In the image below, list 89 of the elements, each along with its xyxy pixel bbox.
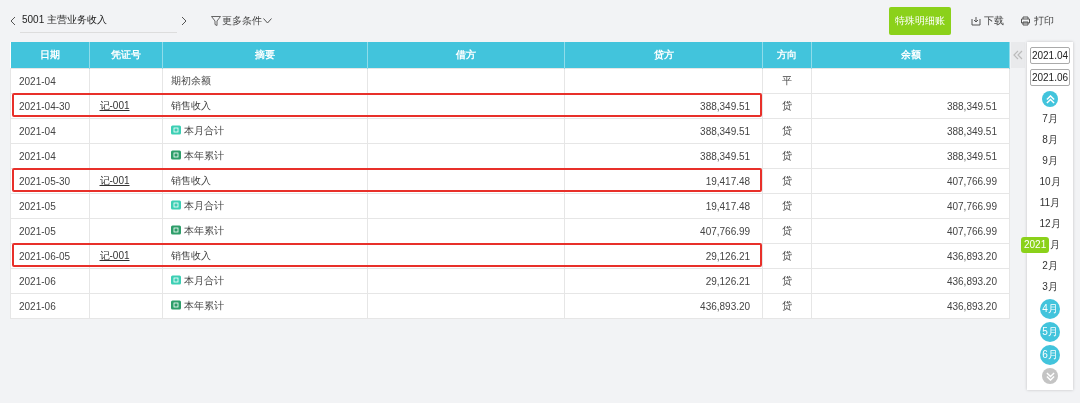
amount-text: 436,893.20 — [700, 300, 751, 312]
date-text: 2021-05-30 — [19, 175, 71, 187]
year-badge: 2021 — [1021, 237, 1050, 253]
month-item[interactable]: 9月 — [1039, 152, 1061, 170]
amount-text: 388,349.51 — [700, 150, 751, 162]
date-text: 2021-04 — [19, 125, 56, 137]
column-header: 凭证号 — [89, 42, 162, 69]
amount-text: 388,349.51 — [700, 125, 751, 137]
month-item[interactable]: 8月 — [1039, 131, 1061, 149]
column-header: 贷方 — [564, 42, 763, 69]
amount-text: 407,766.99 — [700, 225, 751, 237]
download-icon — [971, 16, 981, 26]
year-total-icon — [170, 300, 181, 310]
direction-text: 贷 — [782, 300, 793, 311]
date-text: 2021-04-30 — [19, 100, 71, 112]
month-item[interactable]: 10月 — [1039, 173, 1061, 191]
amount-text: 436,893.20 — [946, 300, 997, 312]
print-button[interactable]: 打印 — [1020, 14, 1054, 28]
direction-text: 贷 — [782, 250, 793, 261]
scroll-down-icon[interactable] — [1042, 368, 1058, 384]
amount-text: 407,766.99 — [946, 225, 997, 237]
month-total-icon — [170, 275, 181, 285]
month-item[interactable]: 12月 — [1039, 215, 1061, 233]
year-total-icon — [170, 225, 181, 235]
amount-text: 29,126.21 — [705, 250, 751, 262]
direction-text: 贷 — [782, 100, 793, 111]
amount-text: 19,417.48 — [705, 200, 751, 212]
summary-text: 期初余额 — [170, 75, 211, 86]
caret-icon — [263, 18, 272, 24]
summary-text: 本年累计 — [183, 300, 224, 311]
date-text: 2021-05 — [19, 200, 56, 212]
summary-text: 销售收入 — [170, 100, 211, 111]
column-header: 日期 — [10, 42, 89, 69]
filter-icon — [211, 16, 221, 26]
amount-text: 407,766.99 — [946, 200, 997, 212]
amount-text: 436,893.20 — [946, 250, 997, 262]
month-item[interactable]: 3月 — [1039, 278, 1061, 296]
end-period-field[interactable]: 2021.06 — [1029, 69, 1071, 86]
summary-text: 本月合计 — [183, 275, 224, 286]
month-total-icon — [170, 125, 181, 135]
amount-text: 407,766.99 — [946, 175, 997, 187]
voucher-link[interactable]: 记-001 — [99, 175, 130, 186]
amount-text: 388,349.51 — [946, 125, 997, 137]
direction-text: 贷 — [782, 275, 793, 286]
month-item[interactable]: 7月 — [1039, 110, 1061, 128]
summary-text: 本月合计 — [183, 200, 224, 211]
direction-text: 贷 — [782, 175, 793, 186]
date-text: 2021-06 — [19, 300, 56, 312]
collapse-icon[interactable] — [1011, 42, 1025, 68]
filter-button[interactable]: 更多条件 — [211, 14, 272, 28]
month-item[interactable]: 11月 — [1039, 194, 1061, 212]
direction-text: 贷 — [782, 150, 793, 161]
direction-text: 贷 — [782, 225, 793, 236]
summary-text: 本年累计 — [183, 225, 224, 236]
direction-text: 平 — [782, 75, 793, 86]
date-text: 2021-06-05 — [19, 250, 71, 262]
date-text: 2021-04 — [19, 150, 56, 162]
month-item[interactable]: 月 — [1050, 236, 1060, 254]
account-field[interactable]: 5001 主营业务收入 — [20, 9, 177, 33]
amount-text: 388,349.51 — [700, 100, 751, 112]
summary-text: 本年累计 — [183, 150, 224, 161]
previous-icon[interactable] — [10, 16, 16, 26]
date-text: 2021-05 — [19, 225, 56, 237]
amount-text: 29,126.21 — [705, 275, 751, 287]
month-item[interactable]: 2月 — [1039, 257, 1061, 275]
voucher-link[interactable]: 记-001 — [99, 100, 130, 111]
summary-text: 本月合计 — [183, 125, 224, 136]
year-total-icon — [170, 150, 181, 160]
direction-text: 贷 — [782, 125, 793, 136]
start-period-field[interactable]: 2021.04 — [1029, 47, 1071, 64]
column-header: 余额 — [811, 42, 1010, 69]
column-header: 方向 — [762, 42, 812, 69]
next-icon[interactable] — [181, 16, 187, 26]
scroll-up-icon[interactable] — [1042, 91, 1058, 107]
month-total-icon — [170, 200, 181, 210]
voucher-link[interactable]: 记-001 — [99, 250, 130, 261]
column-header: 摘要 — [162, 42, 367, 69]
date-text: 2021-04 — [19, 75, 56, 87]
summary-text: 销售收入 — [170, 250, 211, 261]
amount-text: 388,349.51 — [946, 100, 997, 112]
download-button[interactable]: 下载 — [971, 14, 1004, 28]
amount-text: 388,349.51 — [946, 150, 997, 162]
amount-text: 436,893.20 — [946, 275, 997, 287]
column-header: 借方 — [367, 42, 565, 69]
date-text: 2021-06 — [19, 275, 56, 287]
direction-text: 贷 — [782, 200, 793, 211]
summary-text: 销售收入 — [170, 175, 211, 186]
printer-icon — [1020, 16, 1031, 26]
amount-text: 19,417.48 — [705, 175, 751, 187]
